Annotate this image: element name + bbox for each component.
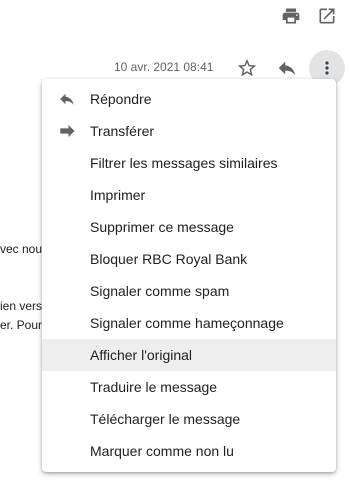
menu-item-mark-unread[interactable]: Marquer comme non lu [42, 435, 336, 467]
menu-item-translate[interactable]: Traduire le message [42, 371, 336, 403]
menu-item-label: Signaler comme spam [90, 283, 230, 299]
menu-item-label: Afficher l'original [90, 347, 193, 363]
menu-item-report-phishing[interactable]: Signaler comme hameçonnage [42, 307, 336, 339]
reply-icon[interactable] [275, 56, 299, 80]
open-in-new-window-icon[interactable] [315, 4, 339, 28]
menu-item-print[interactable]: Imprimer [42, 179, 336, 211]
menu-item-download[interactable]: Télécharger le message [42, 403, 336, 435]
menu-item-label: Traduire le message [90, 379, 218, 395]
more-options-menu: Répondre Transférer Filtrer les messages… [42, 79, 336, 472]
reply-icon [57, 90, 77, 108]
menu-item-label: Bloquer RBC Royal Bank [90, 251, 248, 267]
print-icon[interactable] [279, 4, 303, 28]
menu-item-label: Marquer comme non lu [90, 443, 234, 459]
menu-item-label: Imprimer [90, 187, 146, 203]
message-date: 10 avr. 2021 08:41 [114, 60, 214, 74]
body-text-fragment: er. Pour [0, 318, 43, 332]
menu-item-label: Répondre [90, 91, 152, 107]
menu-item-label: Supprimer ce message [90, 219, 234, 235]
menu-item-label: Transférer [90, 123, 155, 139]
menu-item-reply[interactable]: Répondre [42, 83, 336, 115]
menu-item-show-original[interactable]: Afficher l'original [42, 339, 336, 371]
forward-icon [57, 122, 77, 140]
menu-item-label: Filtrer les messages similaires [90, 155, 278, 171]
star-icon[interactable] [235, 56, 259, 80]
menu-item-block-sender[interactable]: Bloquer RBC Royal Bank [42, 243, 336, 275]
menu-item-report-spam[interactable]: Signaler comme spam [42, 275, 336, 307]
menu-item-label: Télécharger le message [90, 411, 241, 427]
body-text-fragment: vec nou [0, 242, 43, 256]
menu-item-delete[interactable]: Supprimer ce message [42, 211, 336, 243]
menu-item-forward[interactable]: Transférer [42, 115, 336, 147]
menu-item-filter-similar[interactable]: Filtrer les messages similaires [42, 147, 336, 179]
menu-item-label: Signaler comme hameçonnage [90, 315, 284, 331]
body-text-fragment: ien vers [0, 299, 43, 313]
